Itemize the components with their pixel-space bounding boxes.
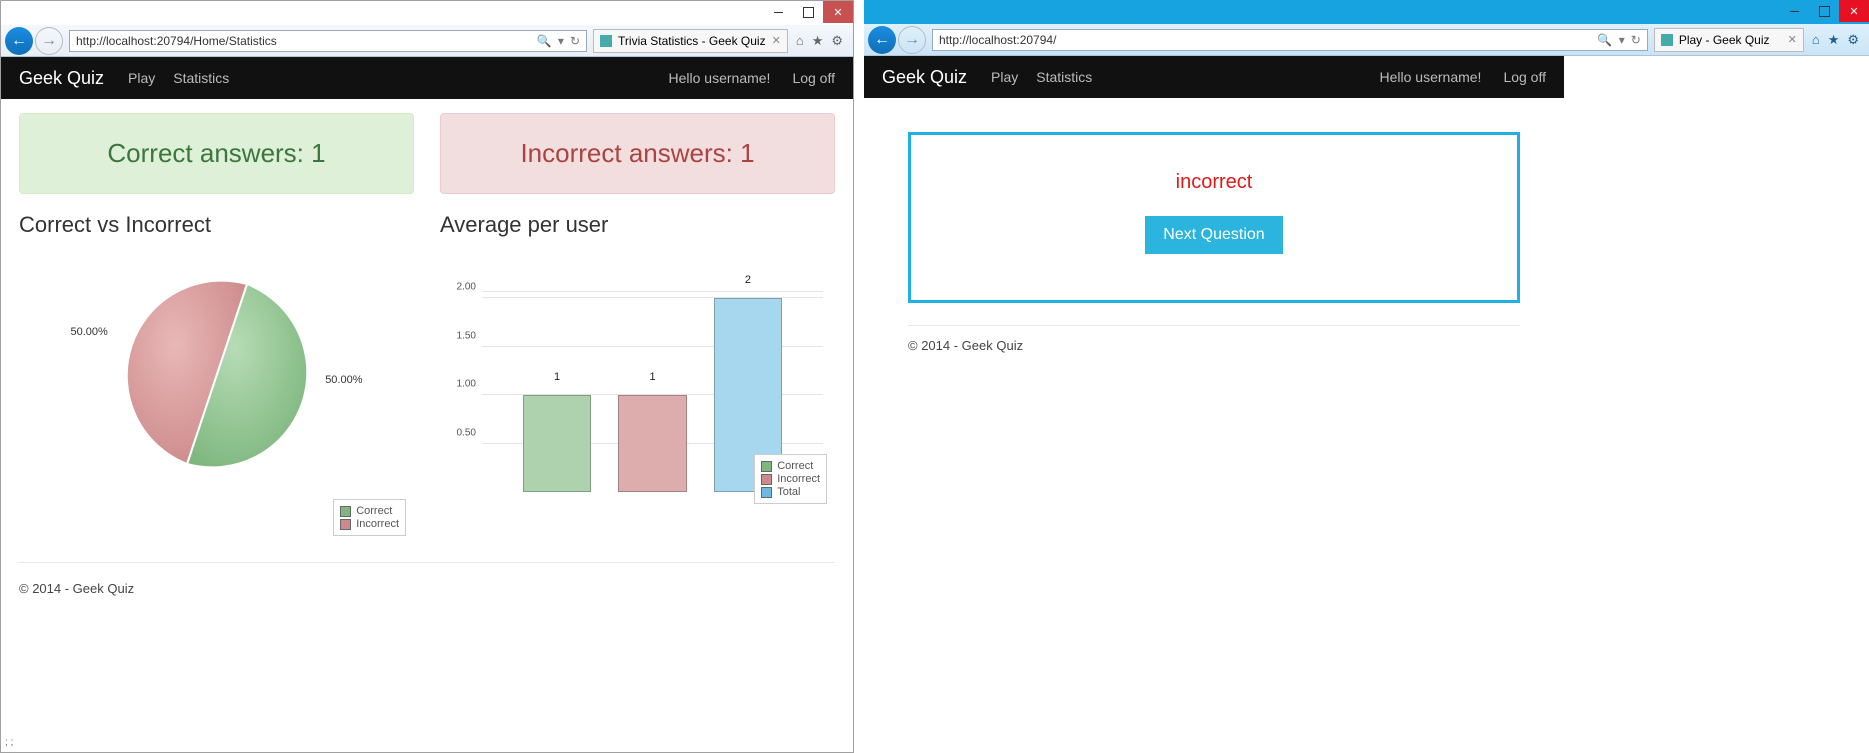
footer-left: © 2014 - Geek Quiz bbox=[1, 581, 853, 606]
settings-icon[interactable]: ⚙ bbox=[1847, 32, 1859, 48]
nav-back-button[interactable]: ← bbox=[5, 27, 33, 55]
refresh-icon[interactable]: ↻ bbox=[570, 34, 580, 48]
bar-label-incorrect: 1 bbox=[649, 371, 655, 383]
tab-title: Play - Geek Quiz bbox=[1679, 33, 1770, 47]
window-titlebar bbox=[1, 1, 853, 25]
bar-chart: 2.00 1.50 1.00 0.50 1 bbox=[440, 242, 835, 512]
legend-bar-total: Total bbox=[777, 486, 800, 498]
brand[interactable]: Geek Quiz bbox=[882, 67, 967, 88]
legend-correct: Correct bbox=[356, 505, 392, 517]
browser-window-statistics: ← → 🔍 ▾ ↻ Trivia Statistics - Geek Quiz … bbox=[0, 0, 854, 753]
pie-svg bbox=[117, 274, 317, 474]
window-maximize-button[interactable] bbox=[793, 1, 823, 23]
nav-statistics[interactable]: Statistics bbox=[1036, 69, 1092, 85]
settings-icon[interactable]: ⚙ bbox=[831, 33, 843, 49]
play-status-text: incorrect bbox=[931, 171, 1497, 194]
bar-label-total: 2 bbox=[745, 274, 751, 286]
nav-statistics[interactable]: Statistics bbox=[173, 70, 229, 86]
divider bbox=[908, 325, 1520, 326]
tab-close-icon[interactable]: ✕ bbox=[1788, 33, 1797, 46]
window-minimize-button[interactable] bbox=[1779, 0, 1809, 22]
nav-logoff[interactable]: Log off bbox=[1503, 69, 1546, 85]
bar-incorrect bbox=[618, 395, 686, 492]
bar-label-correct: 1 bbox=[554, 371, 560, 383]
window-close-button[interactable] bbox=[823, 1, 853, 23]
footer-right: © 2014 - Geek Quiz bbox=[864, 338, 1564, 363]
pie-chart-title: Correct vs Incorrect bbox=[19, 212, 414, 238]
correct-answers-panel: Correct answers: 1 bbox=[19, 113, 414, 194]
app-navbar: Geek Quiz Play Statistics Hello username… bbox=[864, 56, 1564, 98]
browser-tab[interactable]: Play - Geek Quiz ✕ bbox=[1654, 28, 1804, 52]
pie-chart-section: Correct vs Incorrect 50.00 bbox=[19, 212, 414, 544]
browser-toolbar: ← → 🔍 ▾ ↻ Trivia Statistics - Geek Quiz … bbox=[1, 25, 853, 57]
address-bar[interactable]: 🔍 ▾ ↻ bbox=[932, 29, 1648, 51]
window-titlebar-right bbox=[864, 0, 1869, 24]
browser-right-icons: ⌂ ★ ⚙ bbox=[790, 33, 849, 49]
tab-favicon bbox=[1661, 34, 1673, 46]
pie-label-correct: 50.00% bbox=[325, 374, 362, 386]
nav-back-button[interactable]: ← bbox=[868, 26, 896, 54]
window-close-button[interactable] bbox=[1839, 0, 1869, 22]
browser-tab[interactable]: Trivia Statistics - Geek Quiz ✕ bbox=[593, 29, 788, 53]
browser-right-icons: ⌂ ★ ⚙ bbox=[1806, 32, 1865, 48]
nav-play[interactable]: Play bbox=[991, 69, 1018, 85]
stats-content: Correct answers: 1 Incorrect answers: 1 … bbox=[1, 99, 853, 581]
legend-incorrect: Incorrect bbox=[356, 518, 399, 530]
legend-bar-incorrect: Incorrect bbox=[777, 473, 820, 485]
bar-chart-section: Average per user 2.00 1.50 1.00 0.50 bbox=[440, 212, 835, 544]
brand[interactable]: Geek Quiz bbox=[19, 68, 104, 89]
home-icon[interactable]: ⌂ bbox=[796, 33, 804, 49]
nav-logoff[interactable]: Log off bbox=[792, 70, 835, 86]
nav-play[interactable]: Play bbox=[128, 70, 155, 86]
bar-correct bbox=[523, 395, 591, 492]
dropdown-icon[interactable]: ▾ bbox=[558, 34, 564, 48]
address-bar[interactable]: 🔍 ▾ ↻ bbox=[69, 30, 587, 52]
correct-answers-text: Correct answers: 1 bbox=[107, 138, 325, 168]
favorites-icon[interactable]: ★ bbox=[812, 33, 824, 49]
nav-greeting[interactable]: Hello username! bbox=[669, 70, 771, 86]
legend-bar-correct: Correct bbox=[777, 460, 813, 472]
bar-legend: Correct Incorrect Total bbox=[754, 454, 827, 504]
window-maximize-button[interactable] bbox=[1809, 0, 1839, 22]
stray-text: ; ; bbox=[5, 737, 13, 748]
pie-chart: 50.00% 50.00% Correct Incorrect bbox=[19, 274, 414, 544]
incorrect-answers-text: Incorrect answers: 1 bbox=[520, 138, 754, 168]
search-icon[interactable]: 🔍 bbox=[536, 34, 552, 48]
search-icon[interactable]: 🔍 bbox=[1597, 33, 1613, 47]
bar-chart-title: Average per user bbox=[440, 212, 835, 238]
refresh-icon[interactable]: ↻ bbox=[1631, 33, 1641, 47]
url-input[interactable] bbox=[933, 33, 1591, 47]
pie-legend: Correct Incorrect bbox=[333, 499, 406, 536]
tab-favicon bbox=[600, 35, 612, 47]
url-input[interactable] bbox=[70, 34, 530, 48]
incorrect-answers-panel: Incorrect answers: 1 bbox=[440, 113, 835, 194]
window-minimize-button[interactable] bbox=[763, 1, 793, 23]
nav-forward-button[interactable]: → bbox=[898, 26, 926, 54]
app-navbar: Geek Quiz Play Statistics Hello username… bbox=[1, 57, 853, 99]
divider bbox=[19, 562, 835, 563]
browser-toolbar: ← → 🔍 ▾ ↻ Play - Geek Quiz ✕ ⌂ ★ ⚙ bbox=[864, 24, 1869, 56]
favorites-icon[interactable]: ★ bbox=[1828, 32, 1840, 48]
pie-label-incorrect: 50.00% bbox=[71, 326, 108, 338]
browser-window-play-outer: ← → 🔍 ▾ ↻ Play - Geek Quiz ✕ ⌂ ★ ⚙ bbox=[864, 0, 1869, 753]
browser-window-play: Geek Quiz Play Statistics Hello username… bbox=[864, 56, 1564, 753]
tab-title: Trivia Statistics - Geek Quiz bbox=[618, 34, 766, 48]
next-question-button[interactable]: Next Question bbox=[1145, 216, 1282, 254]
dropdown-icon[interactable]: ▾ bbox=[1619, 33, 1625, 47]
nav-greeting[interactable]: Hello username! bbox=[1380, 69, 1482, 85]
home-icon[interactable]: ⌂ bbox=[1812, 32, 1820, 48]
nav-forward-button[interactable]: → bbox=[35, 27, 63, 55]
play-result-box: incorrect Next Question bbox=[908, 132, 1520, 303]
tab-close-icon[interactable]: ✕ bbox=[772, 34, 781, 47]
